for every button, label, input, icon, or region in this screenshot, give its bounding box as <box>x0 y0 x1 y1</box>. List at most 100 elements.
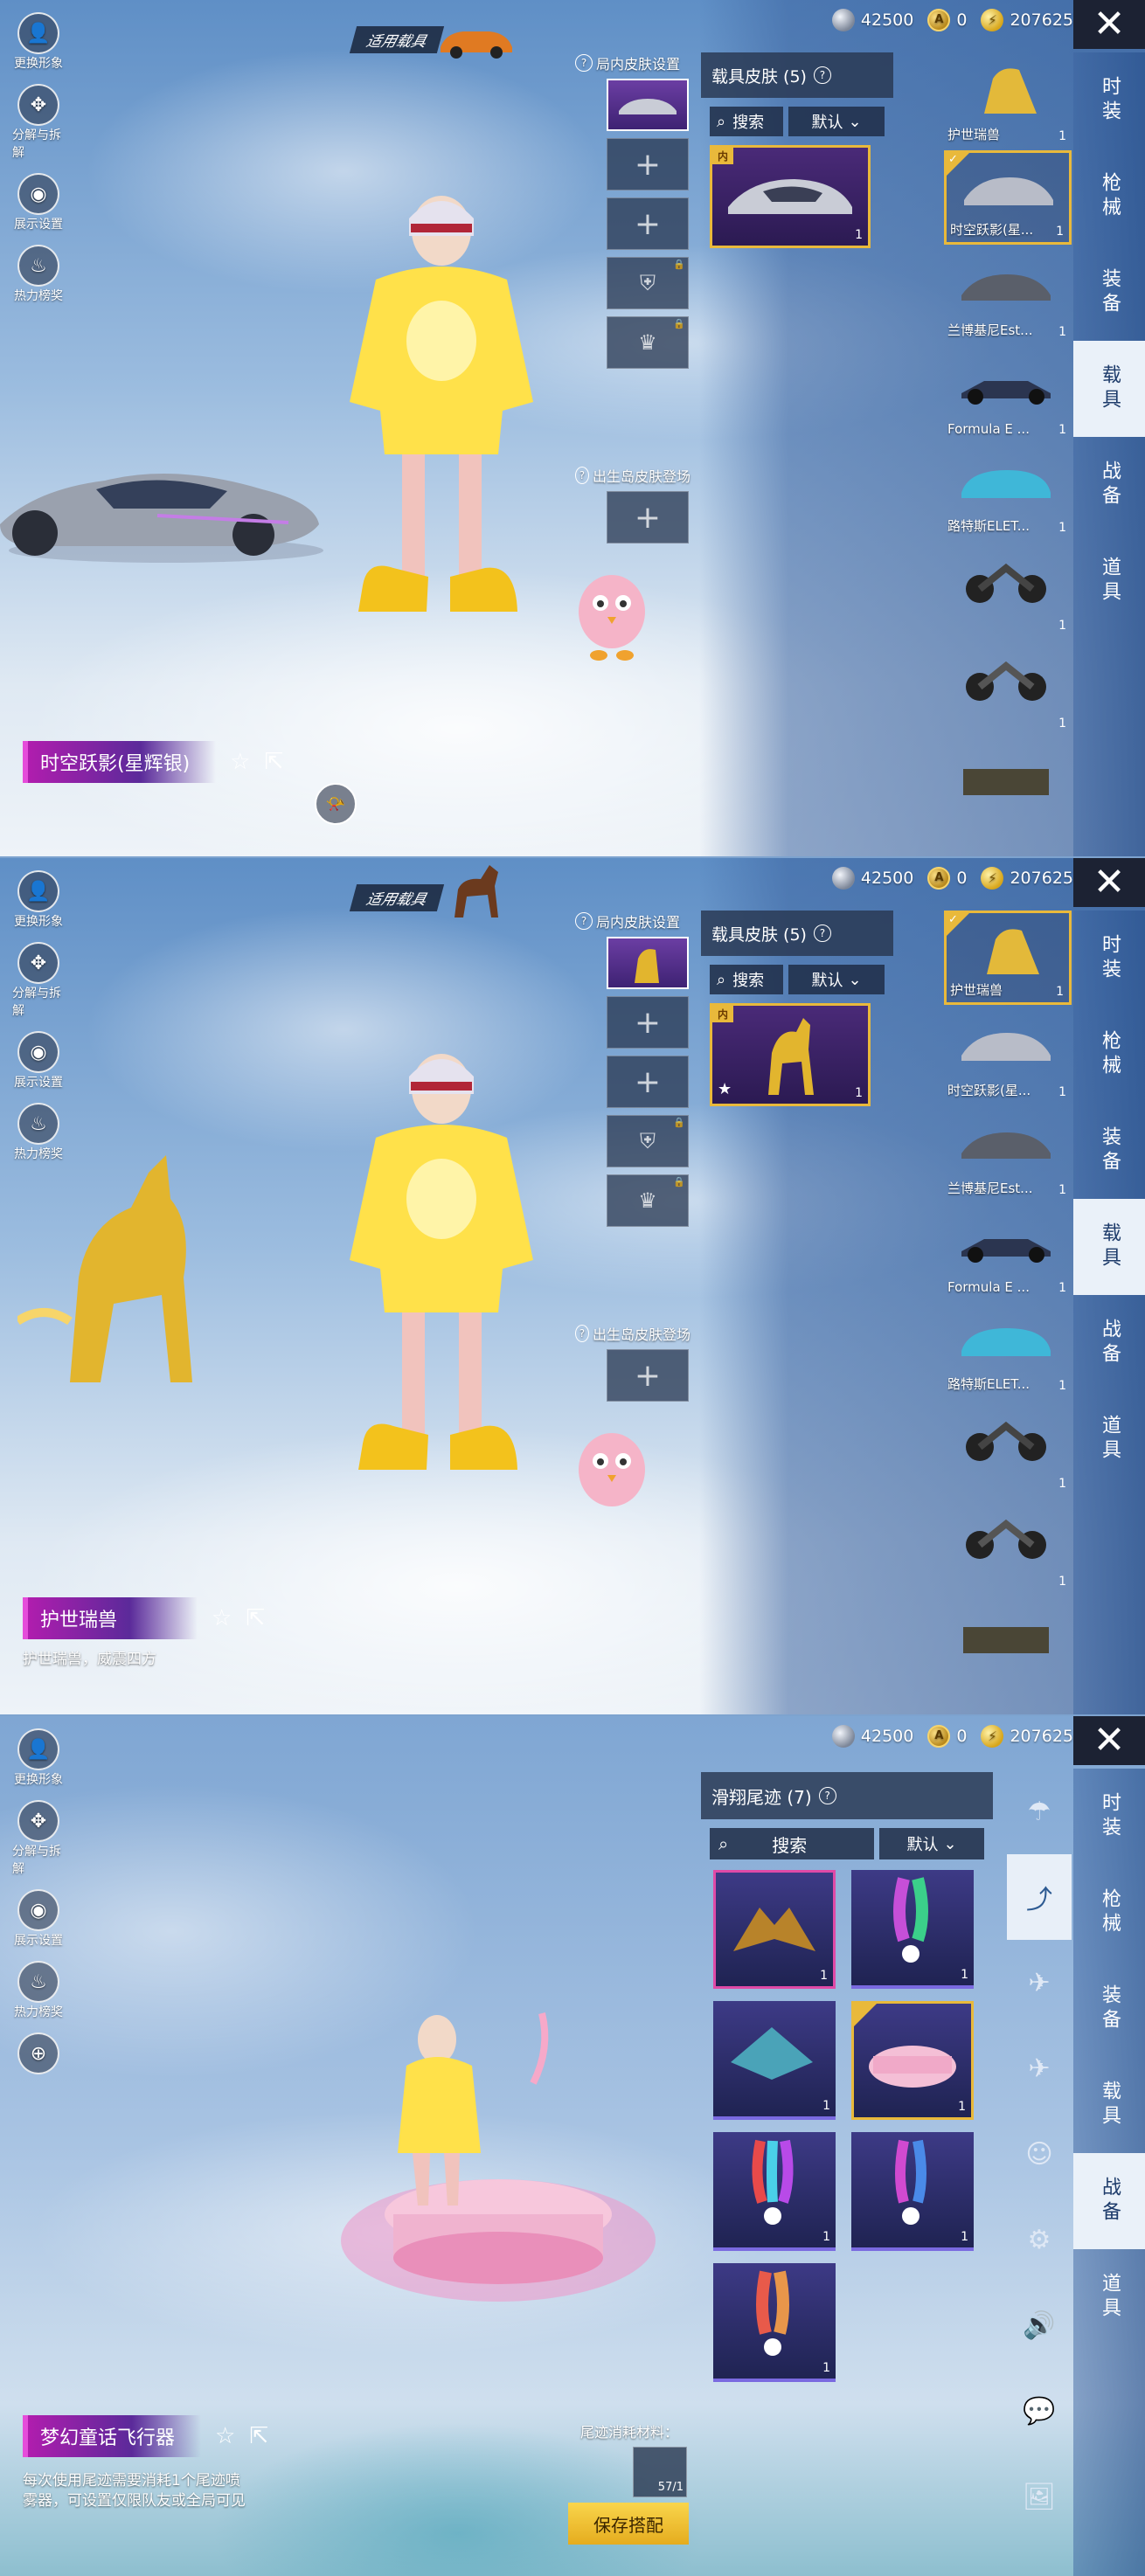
save-loadout-button[interactable]: 保存搭配 <box>568 2503 689 2545</box>
skin-slot-1[interactable] <box>607 79 689 131</box>
display-settings-tool[interactable]: ◉ 展示设置 <box>12 173 65 232</box>
trail-card[interactable]: 1 <box>851 2132 974 2251</box>
change-appearance-tool[interactable]: 👤 更换形象 <box>12 12 65 72</box>
skin-slot-3[interactable]: + <box>607 197 689 250</box>
glide-trail-icon[interactable]: ⤴ <box>1007 1854 1072 1940</box>
help-icon[interactable]: ? <box>813 924 831 942</box>
tab-equipment[interactable]: 装备 <box>1073 1961 1145 2057</box>
help-icon[interactable]: ? <box>575 54 593 72</box>
list-item[interactable]: 兰博基尼Est... 1 <box>944 1106 1072 1201</box>
list-item[interactable]: 路特斯ELET... 1 <box>944 444 1072 538</box>
change-appearance-tool[interactable]: 👤 更换形象 <box>12 1728 65 1788</box>
skin-slot-2[interactable]: + <box>607 996 689 1049</box>
decompose-tool[interactable]: ✥ 分解与拆解 <box>12 84 65 161</box>
sort-dropdown[interactable]: 默认 ⌄ <box>788 107 885 136</box>
birth-slot-1[interactable]: + <box>607 491 689 544</box>
search-input[interactable]: ⌕ 搜索 <box>710 1828 874 1859</box>
help-icon[interactable]: ? <box>575 912 593 930</box>
decompose-tool[interactable]: ✥ 分解与拆解 <box>12 942 65 1019</box>
search-input[interactable]: ⌕ 搜索 <box>710 107 783 136</box>
star-icon[interactable]: ☆ <box>215 2423 235 2449</box>
gallery-icon[interactable]: 🖼 <box>1007 2454 1072 2539</box>
help-icon[interactable]: ? <box>818 1787 836 1804</box>
tab-equipment[interactable]: 装备 <box>1073 1103 1145 1199</box>
trail-card-selected[interactable]: 1 <box>851 2001 974 2120</box>
heat-ranking-tool[interactable]: ♨ 热力榜奖 <box>12 1961 65 2020</box>
share-icon[interactable]: ⇱ <box>264 749 283 775</box>
trail-card[interactable]: 1 <box>713 2263 836 2382</box>
help-icon[interactable]: ? <box>575 467 589 484</box>
tab-fashion[interactable]: 时装 <box>1073 1769 1145 1865</box>
tab-props[interactable]: 道具 <box>1073 1391 1145 1487</box>
chat-icon[interactable]: 💬 <box>1007 2368 1072 2454</box>
drone-icon[interactable]: ✈ <box>1007 1940 1072 2025</box>
tab-fashion[interactable]: 时装 <box>1073 52 1145 149</box>
share-icon[interactable]: ⇱ <box>249 2423 268 2449</box>
list-item[interactable] <box>944 737 1072 832</box>
tab-props[interactable]: 道具 <box>1073 533 1145 629</box>
heat-ranking-tool[interactable]: ♨ 热力榜奖 <box>12 245 65 304</box>
skin-slot-4[interactable]: ⛨ 🔒 <box>607 1115 689 1167</box>
change-appearance-tool[interactable]: 👤 更换形象 <box>12 870 65 930</box>
star-icon[interactable]: ☆ <box>230 749 250 775</box>
display-settings-tool[interactable]: ◉ 展示设置 <box>12 1889 65 1949</box>
tab-vehicles[interactable]: 载具 <box>1073 341 1145 437</box>
close-button[interactable]: ✕ <box>1073 0 1145 49</box>
help-icon[interactable]: ? <box>813 66 831 84</box>
skin-card-selected[interactable]: 内 ★ 1 <box>710 1003 871 1106</box>
tab-tactical[interactable]: 战备 <box>1073 1295 1145 1391</box>
speaker-icon[interactable]: 🔊 <box>1007 2282 1072 2368</box>
skin-slot-3[interactable]: + <box>607 1056 689 1108</box>
trail-card[interactable]: 1 <box>713 2132 836 2251</box>
list-item[interactable]: 1 <box>944 542 1072 636</box>
tab-equipment[interactable]: 装备 <box>1073 245 1145 341</box>
skin-slot-5[interactable]: ♛ 🔒 <box>607 316 689 369</box>
skin-slot-1[interactable] <box>607 937 689 989</box>
tab-props[interactable]: 道具 <box>1073 2249 1145 2345</box>
display-settings-tool[interactable]: ◉ 展示设置 <box>12 1031 65 1091</box>
list-item[interactable]: 护世瑞兽 1 <box>944 52 1072 147</box>
trail-spray-slot[interactable]: 57/1 <box>633 2447 687 2497</box>
heat-ranking-tool[interactable]: ♨ 热力榜奖 <box>12 1103 65 1162</box>
emote-icon[interactable]: ☺ <box>1007 2111 1072 2197</box>
list-item[interactable]: Formula E ... 1 <box>944 346 1072 440</box>
list-item-selected[interactable]: 时空跃影(星...1 <box>944 150 1072 245</box>
birth-slot-1[interactable]: + <box>607 1349 689 1402</box>
search-input[interactable]: ⌕ 搜索 <box>710 965 783 994</box>
tab-vehicles[interactable]: 载具 <box>1073 2057 1145 2153</box>
skin-slot-4[interactable]: ⛨ 🔒 <box>607 257 689 309</box>
parachute-icon[interactable]: ☂ <box>1007 1769 1072 1854</box>
skin-slot-5[interactable]: ♛ 🔒 <box>607 1174 689 1227</box>
tab-vehicles[interactable]: 载具 <box>1073 1199 1145 1295</box>
list-item[interactable]: 路特斯ELET... 1 <box>944 1302 1072 1396</box>
trail-card[interactable]: 1 <box>851 1870 974 1989</box>
tab-weapons[interactable]: 枪械 <box>1073 149 1145 245</box>
plane-icon[interactable]: ✈ <box>1007 2025 1072 2111</box>
trail-card[interactable]: 1 <box>713 1870 836 1989</box>
list-item[interactable]: Formula E ... 1 <box>944 1204 1072 1298</box>
tab-tactical[interactable]: 战备 <box>1073 437 1145 533</box>
list-item-selected[interactable]: 护世瑞兽1 <box>944 911 1072 1005</box>
skin-slot-2[interactable]: + <box>607 138 689 190</box>
list-item[interactable]: 1 <box>944 1400 1072 1494</box>
zoom-tool[interactable]: ⊕ <box>12 2032 65 2074</box>
horn-icon[interactable]: 📯 <box>315 783 357 825</box>
sort-dropdown[interactable]: 默认 ⌄ <box>879 1828 984 1859</box>
list-item[interactable]: 时空跃影(星... 1 <box>944 1008 1072 1103</box>
trail-card[interactable]: 1 <box>713 2001 836 2120</box>
close-button[interactable]: ✕ <box>1073 858 1145 907</box>
list-item[interactable] <box>944 1596 1072 1690</box>
tab-fashion[interactable]: 时装 <box>1073 911 1145 1007</box>
sort-dropdown[interactable]: 默认 ⌄ <box>788 965 885 994</box>
share-icon[interactable]: ⇱ <box>246 1605 265 1631</box>
list-item[interactable]: 兰博基尼Est... 1 <box>944 248 1072 343</box>
list-item[interactable]: 1 <box>944 1498 1072 1592</box>
skin-card-selected[interactable]: 内 1 <box>710 145 871 248</box>
star-icon[interactable]: ☆ <box>212 1605 232 1631</box>
tab-weapons[interactable]: 枪械 <box>1073 1865 1145 1961</box>
robot-icon[interactable]: ⚙ <box>1007 2197 1072 2282</box>
close-button[interactable]: ✕ <box>1073 1716 1145 1765</box>
decompose-tool[interactable]: ✥ 分解与拆解 <box>12 1800 65 1877</box>
tab-weapons[interactable]: 枪械 <box>1073 1007 1145 1103</box>
tab-tactical[interactable]: 战备 <box>1073 2153 1145 2249</box>
